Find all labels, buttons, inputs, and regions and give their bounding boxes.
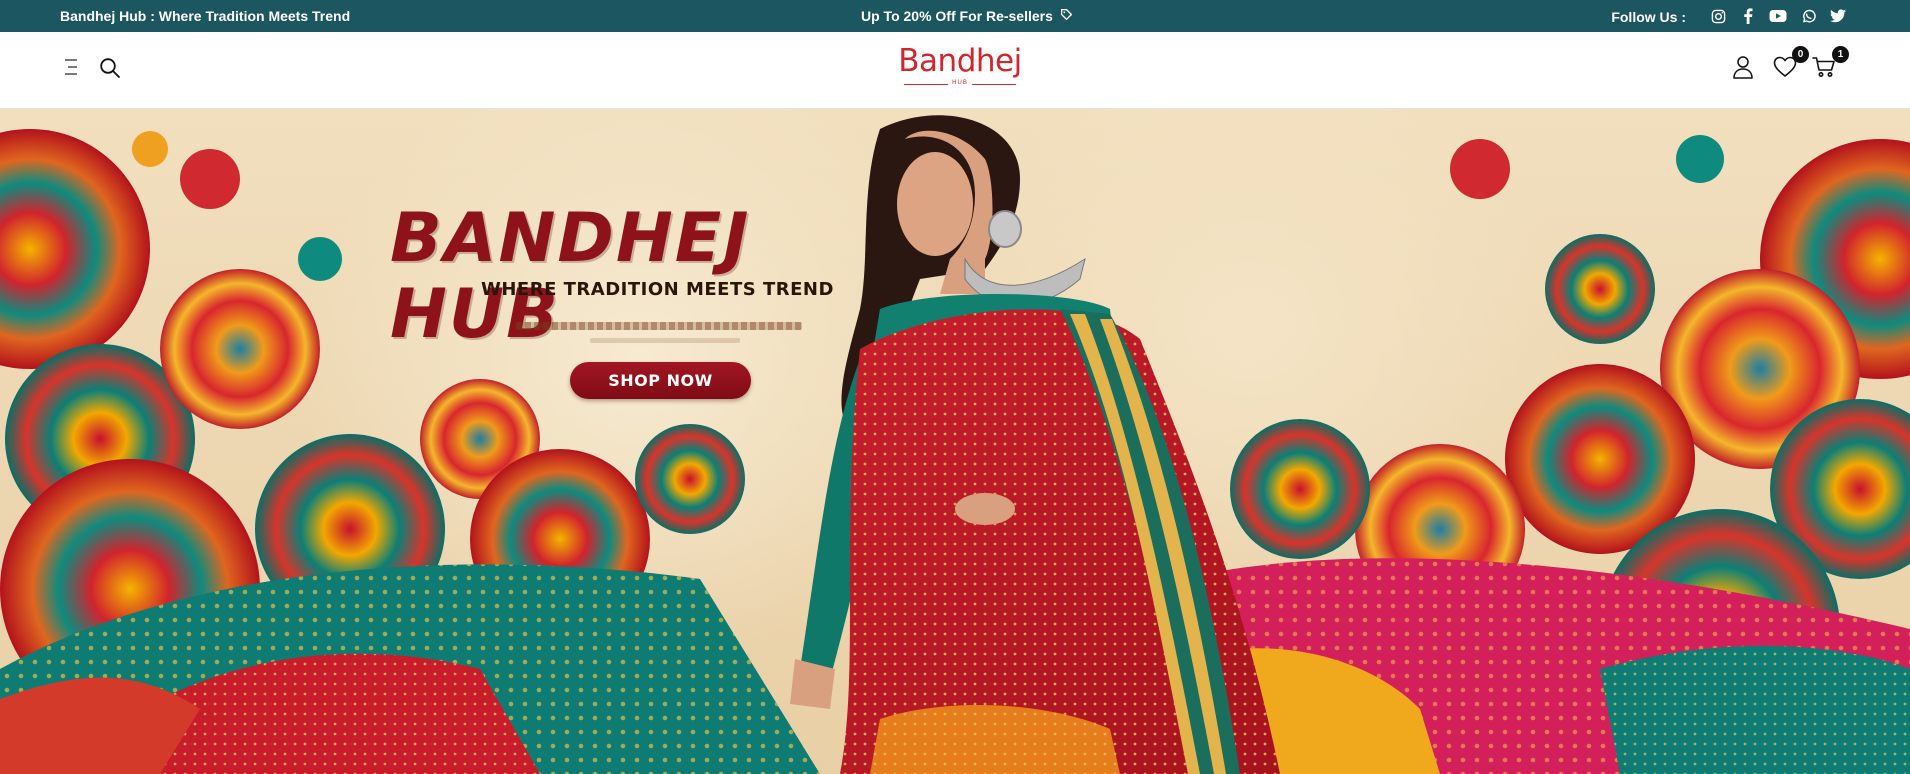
logo-subtext: HUB (948, 80, 972, 86)
youtube-icon[interactable] (1768, 6, 1788, 26)
hero-banner[interactable]: BANDHEJ HUB WHERE TRADITION MEETS TREND … (0, 109, 1910, 774)
brand-tagline: Bandhej Hub : Where Tradition Meets Tren… (60, 8, 351, 24)
hero-tagline: WHERE TRADITION MEETS TREND (481, 279, 834, 300)
follow-label: Follow Us : (1611, 9, 1686, 25)
wishlist-count-badge: 0 (1792, 46, 1809, 63)
twitter-icon[interactable] (1828, 6, 1848, 26)
tag-icon (1060, 8, 1073, 24)
whatsapp-icon[interactable] (1798, 6, 1818, 26)
offer-text: Up To 20% Off For Re-sellers (861, 8, 1053, 24)
hero-fineprint (516, 322, 802, 330)
search-icon[interactable] (98, 56, 122, 80)
hero-fineprint-line (590, 338, 740, 343)
social-links: Follow Us : (1611, 6, 1848, 26)
cart-count-badge: 1 (1832, 46, 1849, 63)
site-logo[interactable]: Bandhej HUB (898, 44, 1022, 94)
hero-title: BANDHEJ HUB (390, 199, 751, 354)
site-header: Bandhej HUB 0 1 (0, 32, 1910, 109)
announcement-bar: Bandhej Hub : Where Tradition Meets Tren… (0, 0, 1910, 32)
user-icon[interactable] (1730, 54, 1756, 80)
shop-now-button[interactable]: SHOP NOW (570, 362, 751, 399)
logo-wordmark: Bandhej (898, 43, 1022, 79)
menu-icon[interactable] (60, 56, 82, 78)
offer-banner[interactable]: Up To 20% Off For Re-sellers (861, 8, 1073, 24)
hero-illustration (0, 115, 1910, 774)
facebook-icon[interactable] (1738, 6, 1758, 26)
instagram-icon[interactable] (1708, 6, 1728, 26)
